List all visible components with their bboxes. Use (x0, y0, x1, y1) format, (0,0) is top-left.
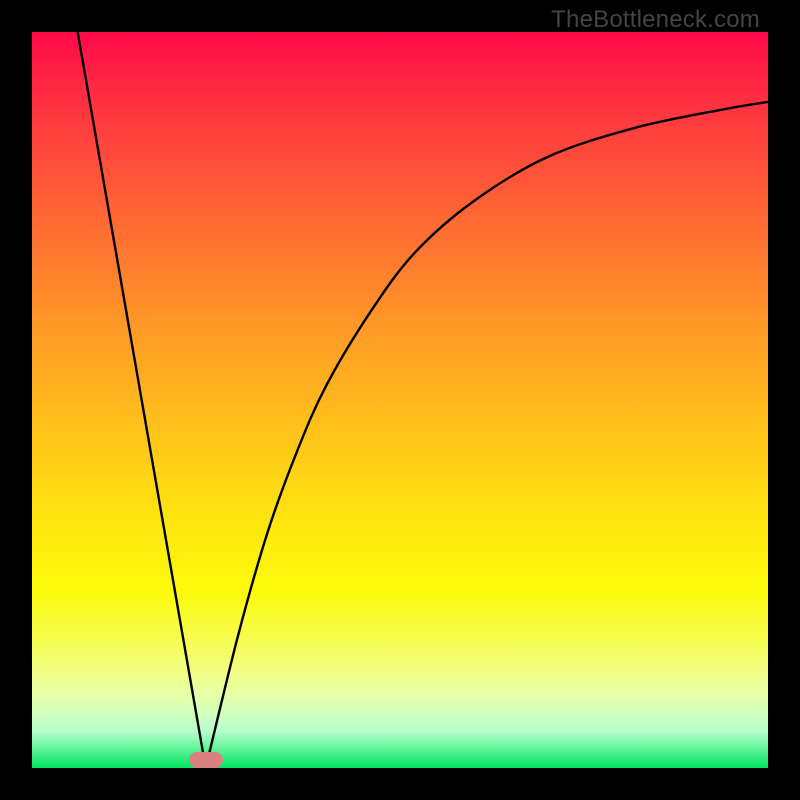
optimal-marker (189, 752, 223, 768)
watermark-text: TheBottleneck.com (551, 6, 760, 34)
chart-frame (32, 32, 768, 768)
chart-curve (32, 32, 768, 768)
